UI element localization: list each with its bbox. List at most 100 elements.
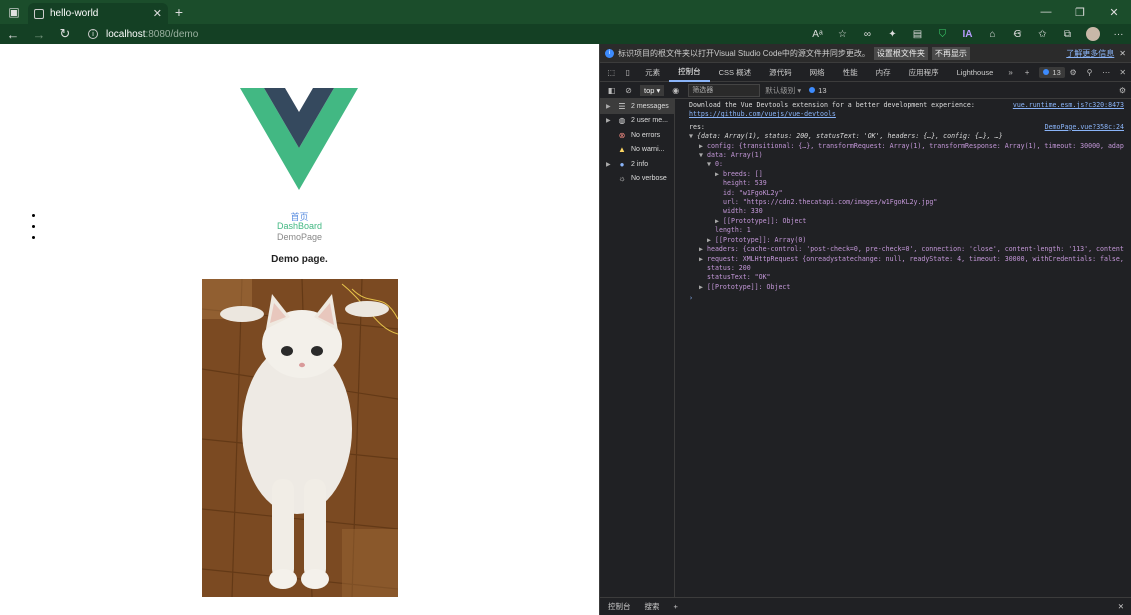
refresh-icon[interactable]: ↻ [52, 26, 78, 42]
nav-link-demopage[interactable]: DemoPage [0, 232, 599, 243]
context-select[interactable]: top ▾ [640, 84, 665, 96]
expand-arrow-icon[interactable]: ▶ [699, 245, 707, 254]
settings-gear-icon[interactable]: ⚙ [1065, 68, 1082, 77]
close-devtools-icon[interactable]: ✕ [1114, 68, 1131, 77]
customize-icon[interactable]: ⚲ [1081, 68, 1098, 77]
expand-arrow-icon[interactable]: ▶ [699, 142, 707, 151]
expand-arrow-icon[interactable]: ▶ [707, 236, 715, 245]
dont-show-again-button[interactable]: 不再显示 [931, 46, 970, 60]
close-window-icon[interactable]: ✕ [1097, 0, 1131, 24]
collections-icon[interactable]: ⧉ [1055, 29, 1080, 40]
log-levels-select[interactable]: 默认级别 ▾ [765, 85, 801, 96]
extension-refresh-icon[interactable]: Ꞡ [1005, 29, 1030, 40]
object-row[interactable]: ▶ request: XMLHttpRequest {onreadystatech… [689, 255, 1124, 264]
expand-arrow-icon[interactable]: ▶ [606, 161, 616, 168]
object-row[interactable]: ▶ [[Prototype]]: Object [689, 283, 1124, 292]
set-root-folder-button[interactable]: 设置根文件夹 [873, 46, 928, 60]
forward-icon[interactable]: → [26, 27, 52, 42]
expand-arrow-icon[interactable]: ▶ [606, 103, 616, 110]
favorites-icon[interactable]: ✩ [1030, 29, 1055, 40]
drawer-tab-search[interactable]: 搜索 [645, 601, 660, 612]
add-tab-icon[interactable]: + [1019, 68, 1036, 77]
learn-more-link[interactable]: 了解更多信息 [1066, 48, 1114, 59]
vue-devtools-link[interactable]: https://github.com/vuejs/vue-devtools [689, 110, 836, 118]
expand-arrow-icon[interactable]: ▶ [699, 283, 707, 292]
sidebar-toggle-icon[interactable]: ◧ [603, 86, 620, 95]
console-prompt[interactable]: › [689, 294, 1124, 303]
back-icon[interactable]: ← [0, 27, 26, 42]
expand-arrow-icon[interactable]: ▶ [606, 117, 616, 124]
nav-link-home[interactable]: 首页 [0, 210, 599, 222]
object-row[interactable]: ▼ data: Array(1) [689, 151, 1124, 160]
extension-shield-icon[interactable]: ⛉ [930, 29, 955, 40]
filter-input[interactable]: 筛选器 [688, 83, 761, 97]
index-row: 0: [715, 160, 723, 169]
new-tab-icon[interactable]: + [168, 0, 190, 24]
console-settings-gear-icon[interactable]: ⚙ [1114, 86, 1131, 95]
collapse-arrow-icon[interactable]: ▼ [707, 160, 715, 169]
console-issues-badge[interactable]: 13 [809, 86, 827, 95]
tab-application[interactable]: 应用程序 [900, 63, 948, 82]
drawer-add-tab-icon[interactable]: + [674, 602, 678, 611]
browser-tab[interactable]: hello-world ✕ [28, 3, 168, 24]
add-favorite-icon[interactable]: ☆ [830, 29, 855, 40]
extension-puzzle-icon[interactable]: ✦ [880, 29, 905, 40]
tab-css-overview[interactable]: CSS 概述 [710, 63, 761, 82]
expand-arrow-icon[interactable]: ▶ [715, 170, 723, 179]
nav-link-dashboard[interactable]: DashBoard [0, 221, 599, 232]
sidebar-item-errors[interactable]: ⊗ No errors [600, 128, 674, 143]
source-link[interactable]: DemoPage.vue?358c:24 [1045, 123, 1124, 132]
object-row[interactable]: ▼ 0: [689, 160, 1124, 169]
minimize-icon[interactable]: — [1029, 0, 1063, 24]
close-tab-icon[interactable]: ✕ [153, 7, 162, 20]
devtools-panel: i 标识项目的根文件夹以打开Visual Studio Code中的源文件并同步… [599, 44, 1131, 615]
live-expression-eye-icon[interactable]: ◉ [667, 86, 684, 95]
inspect-icon[interactable]: ⬚ [603, 68, 620, 77]
expand-arrow-icon[interactable]: ▶ [699, 255, 707, 264]
tab-lighthouse[interactable]: Lighthouse [948, 63, 1003, 82]
more-options-icon[interactable]: ⋯ [1098, 68, 1115, 77]
object-row[interactable]: ▶ breeds: [] [689, 170, 1124, 179]
object-row[interactable]: ▶ config: {transitional: {…}, transformRe… [689, 142, 1124, 151]
extension-robot-icon[interactable]: ⌂ [980, 29, 1005, 40]
sidebar-item-user-messages[interactable]: ▶ ◍ 2 user me... [600, 114, 674, 129]
tab-sources[interactable]: 源代码 [760, 63, 801, 82]
url-field[interactable]: i localhost:8080/demo [88, 29, 198, 40]
site-info-icon[interactable]: i [88, 29, 98, 39]
tab-elements[interactable]: 元素 [636, 63, 669, 82]
sidebar-item-messages[interactable]: ▶ ☰ 2 messages [600, 99, 674, 114]
sidebar-item-warnings[interactable]: ▲ No warni... [600, 143, 674, 158]
source-link[interactable]: vue.runtime.esm.js?c320:8473 [1013, 101, 1124, 110]
object-row[interactable]: ▶ [[Prototype]]: Object [689, 217, 1124, 226]
extension-box-icon[interactable]: ▤ [905, 29, 930, 40]
expand-arrow-icon[interactable]: ▶ [715, 217, 723, 226]
tab-network[interactable]: 网络 [801, 63, 834, 82]
tab-actions-icon[interactable]: ▣ [0, 0, 28, 24]
nav-list: 首页 DashBoard DemoPage [0, 210, 599, 243]
issues-badge[interactable]: 13 [1039, 66, 1065, 78]
read-aloud-icon[interactable]: Aᵃ [805, 29, 830, 40]
clear-console-icon[interactable]: ⊘ [620, 86, 637, 95]
object-row[interactable]: ▶ headers: {cache-control: 'post-check=0,… [689, 245, 1124, 254]
maximize-icon[interactable]: ❐ [1063, 0, 1097, 24]
prototype-row: [[Prototype]]: Object [707, 282, 791, 291]
collapse-arrow-icon[interactable]: ▼ [689, 132, 697, 141]
extension-ia-icon[interactable]: IA [955, 29, 980, 40]
device-toolbar-icon[interactable]: ▯ [620, 68, 637, 77]
url-host: localhost [106, 28, 146, 40]
tab-performance[interactable]: 性能 [834, 63, 867, 82]
close-drawer-icon[interactable]: ✕ [1118, 602, 1124, 611]
sidebar-item-info[interactable]: ▶ ● 2 info [600, 157, 674, 172]
profile-icon[interactable] [1086, 27, 1100, 41]
extension-glasses-icon[interactable]: ∞ [855, 29, 880, 40]
collapse-arrow-icon[interactable]: ▼ [699, 151, 707, 160]
sidebar-item-verbose[interactable]: ☼ No verbose [600, 172, 674, 187]
tab-memory[interactable]: 内存 [867, 63, 900, 82]
close-banner-icon[interactable]: ✕ [1119, 49, 1126, 58]
tab-console[interactable]: 控制台 [669, 63, 710, 82]
object-row[interactable]: ▶ [[Prototype]]: Array(0) [689, 236, 1124, 245]
more-tabs-icon[interactable]: » [1002, 68, 1019, 77]
object-row[interactable]: ▼ {data: Array(1), status: 200, statusTex… [689, 132, 1124, 141]
drawer-tab-console[interactable]: 控制台 [608, 601, 631, 612]
more-icon[interactable]: ··· [1106, 29, 1131, 40]
